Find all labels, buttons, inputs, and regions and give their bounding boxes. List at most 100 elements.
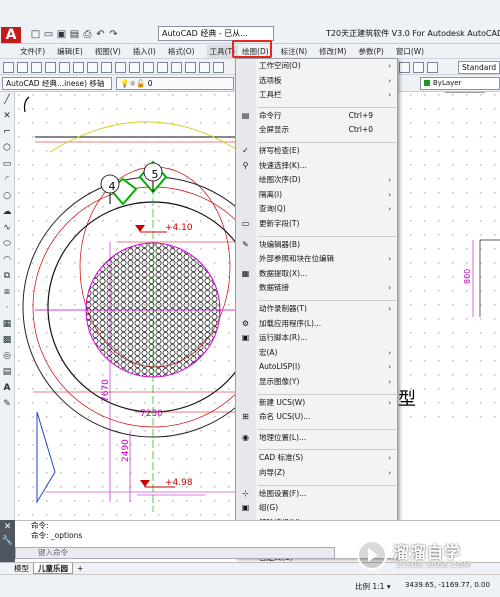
save-tb-icon[interactable] xyxy=(31,62,42,73)
quick-access-toolbar: □ ▭ ▣ ▤ ⎙ ↶ ↷ xyxy=(30,27,119,41)
tools-menu-item[interactable]: 数据链接 › xyxy=(236,282,399,294)
insert-block-icon[interactable]: ⧉ xyxy=(0,268,14,284)
tools-menu-item[interactable]: CAD 标准(S) › xyxy=(236,452,399,464)
tools-menu-item[interactable]: 外部参照和块在位编辑 › xyxy=(236,253,399,265)
workspace-style-combo[interactable]: AutoCAD 经典...inese) 移轴 xyxy=(2,77,112,90)
drafting-icon: ⊹ xyxy=(242,488,249,498)
tools-menu-item[interactable]: ⚙ 加载应用程序(L)... xyxy=(236,318,399,330)
gradient-icon[interactable]: ▩ xyxy=(0,332,14,348)
tools-menu-item[interactable]: ▭ 更新字段(T) xyxy=(236,218,399,230)
workspace-combo[interactable]: AutoCAD 经典 - 已从... xyxy=(158,26,274,41)
tools-menu-item[interactable]: 隔离(I) › xyxy=(236,189,399,201)
menu-file[interactable]: 文件(F) xyxy=(20,46,45,57)
tools-menu-item[interactable]: 绘图次序(D) › xyxy=(236,174,399,186)
open-file-icon[interactable]: ▭ xyxy=(43,29,54,40)
autocad-logo-icon[interactable]: A xyxy=(1,27,21,43)
tools-menu-item[interactable]: 向导(Z) › xyxy=(236,467,399,479)
layer-combo[interactable]: 💡☼🔓 0 xyxy=(116,77,234,90)
zoom-icon[interactable] xyxy=(199,62,210,73)
menu-view[interactable]: 视图(V) xyxy=(95,46,121,57)
copy-icon[interactable] xyxy=(101,62,112,73)
xline-icon[interactable]: ✕ xyxy=(0,108,14,124)
print-icon[interactable]: ⎙ xyxy=(82,29,93,40)
scale-status[interactable]: 比例 1:1 ▾ xyxy=(355,581,391,592)
spline-icon[interactable]: ∿ xyxy=(0,220,14,236)
command-line-handle[interactable]: ✕ 🔧 xyxy=(0,520,15,566)
print-tb-icon[interactable] xyxy=(45,62,56,73)
publish-icon[interactable] xyxy=(73,62,84,73)
redo-tb-icon[interactable] xyxy=(171,62,182,73)
tools-menu-item[interactable]: ▤ 命令行 Ctrl+9 xyxy=(236,110,399,122)
command-input[interactable]: 键入命令 xyxy=(15,547,335,559)
point-icon[interactable]: · xyxy=(0,300,14,316)
hatch-icon[interactable]: ▦ xyxy=(0,316,14,332)
match-icon[interactable] xyxy=(129,62,140,73)
cut-icon[interactable] xyxy=(87,62,98,73)
pan-icon[interactable] xyxy=(185,62,196,73)
polyline-icon[interactable]: ⌐ xyxy=(0,124,14,140)
menu-params[interactable]: 参数(P) xyxy=(358,46,383,57)
tools-menu-item[interactable]: 新建 UCS(W) › xyxy=(236,397,399,409)
circle-icon[interactable]: ○ xyxy=(0,188,14,204)
open-icon[interactable] xyxy=(17,62,28,73)
tab-playground[interactable]: 儿童乐园 xyxy=(33,563,73,574)
new-icon[interactable] xyxy=(3,62,14,73)
watermark: 溜溜自学 ZIXUE.3066.COM xyxy=(357,537,500,575)
redo-icon[interactable]: ↷ xyxy=(108,29,119,40)
paste-icon[interactable] xyxy=(115,62,126,73)
new-file-icon[interactable]: □ xyxy=(30,29,41,40)
make-block-icon[interactable]: ⧈ xyxy=(0,284,14,300)
save-icon[interactable]: ▣ xyxy=(56,29,67,40)
ellipse-icon[interactable]: ⬭ xyxy=(0,236,14,252)
layer-color-combo[interactable]: ByLayer xyxy=(420,77,500,90)
tools-menu-item[interactable]: ✎ 块编辑器(B) xyxy=(236,239,399,251)
tab-model[interactable]: 模型 xyxy=(10,563,33,574)
tools-menu-item-label: 更新字段(T) xyxy=(259,219,300,228)
undo-tb-icon[interactable] xyxy=(157,62,168,73)
mtext-icon[interactable]: A xyxy=(0,380,14,396)
tools-menu-item[interactable]: ▣ 组(G) xyxy=(236,502,399,514)
tools-menu-item[interactable]: ⚲ 快速选择(K)... xyxy=(236,160,399,172)
menu-insert[interactable]: 插入(I) xyxy=(133,46,156,57)
region-icon[interactable]: ◎ xyxy=(0,348,14,364)
ellipse-arc-icon[interactable]: ◠ xyxy=(0,252,14,268)
revcloud-icon[interactable]: ☁ xyxy=(0,204,14,220)
tools-menu-item[interactable]: ▦ 数据提取(X)... xyxy=(236,268,399,280)
tools-menu-item[interactable]: 动作录制器(T) › xyxy=(236,303,399,315)
tools-menu-item[interactable]: ◉ 地理位置(L)... xyxy=(236,432,399,444)
table-icon[interactable]: ▤ xyxy=(0,364,14,380)
tools-menu-item[interactable]: ✓ 拼写检查(E) xyxy=(236,145,399,157)
tools-menu-item[interactable]: AutoLISP(I) › xyxy=(236,361,399,373)
polygon-icon[interactable]: ⬡ xyxy=(0,140,14,156)
tools-menu-item[interactable]: ▣ 运行脚本(R)... xyxy=(236,332,399,344)
arc-icon[interactable]: ◜ xyxy=(0,172,14,188)
tools-menu-item[interactable]: ⊞ 命名 UCS(U)... xyxy=(236,411,399,423)
tools-menu-item[interactable]: 宏(A) › xyxy=(236,347,399,359)
tools-menu-item[interactable]: ⊹ 绘图设置(F)... xyxy=(236,488,399,500)
menu-edit[interactable]: 编辑(E) xyxy=(57,46,83,57)
tab-add[interactable]: + xyxy=(73,563,87,574)
text-style-icon[interactable] xyxy=(427,62,438,73)
dimension-800: 800 xyxy=(463,269,472,284)
menu-modify[interactable]: 修改(M) xyxy=(319,46,346,57)
tools-menu-item[interactable]: 全屏显示 Ctrl+0 xyxy=(236,124,399,136)
preview-icon[interactable] xyxy=(59,62,70,73)
addselected-icon[interactable]: ✎ xyxy=(0,396,14,412)
tools-menu-item[interactable]: 工作空间(O) › xyxy=(236,60,399,72)
help-icon[interactable] xyxy=(399,62,410,73)
text-style-combo[interactable]: Standard xyxy=(458,61,500,74)
tools-menu-item[interactable]: 选项板 › xyxy=(236,75,399,87)
properties-icon[interactable] xyxy=(413,62,424,73)
menu-window[interactable]: 窗口(W) xyxy=(396,46,424,57)
saveas-icon[interactable]: ▤ xyxy=(69,29,80,40)
undo-icon[interactable]: ↶ xyxy=(95,29,106,40)
block-icon[interactable] xyxy=(143,62,154,73)
zoom-window-icon[interactable] xyxy=(213,62,224,73)
tools-menu-item[interactable]: 工具栏 › xyxy=(236,89,399,101)
line-icon[interactable]: ╱ xyxy=(0,92,14,108)
tools-menu-item[interactable]: 查询(Q) › xyxy=(236,203,399,215)
menu-dimension[interactable]: 标注(N) xyxy=(281,46,307,57)
menu-format[interactable]: 格式(O) xyxy=(168,46,195,57)
rectangle-icon[interactable]: ▭ xyxy=(0,156,14,172)
tools-menu-item[interactable]: 显示图像(Y) › xyxy=(236,376,399,388)
